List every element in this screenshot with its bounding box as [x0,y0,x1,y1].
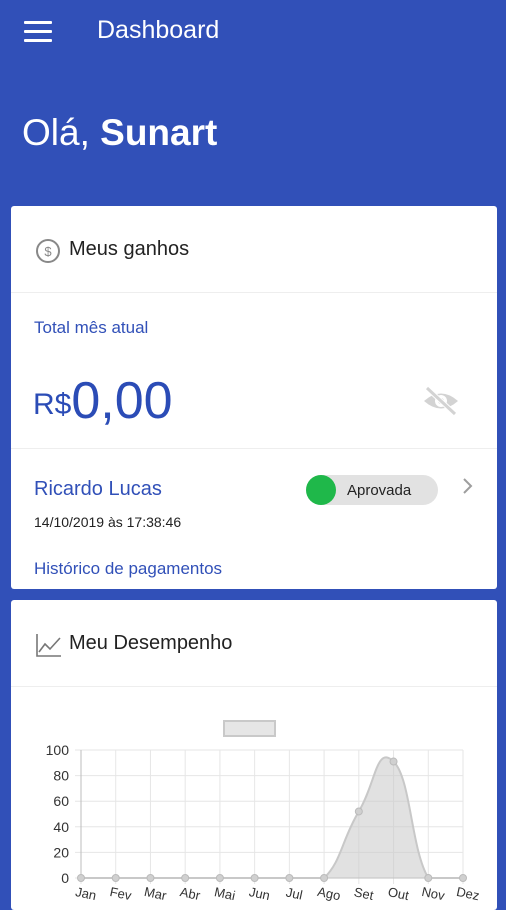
appbar-title: Dashboard [97,16,220,44]
payer-name: Ricardo Lucas [34,478,162,500]
y-tick-label: 40 [53,819,69,835]
performance-card-header: Meu Desempenho [11,600,497,687]
payment-datetime: 14/10/2019 às 17:38:46 [34,514,182,530]
svg-text:$: $ [44,244,52,259]
status-label: Aprovada [347,482,412,499]
data-point [250,874,259,882]
amount-value: 0,00 [71,372,173,430]
status-dot [306,475,336,505]
x-tick-label: Jun [248,884,272,903]
data-point [146,874,155,882]
chevron-right-icon[interactable] [461,476,475,496]
data-point [111,874,120,882]
x-tick-label: Jan [74,884,98,903]
performance-card: Meu Desempenho 0 20 40 60 80 100 Jan Fev Mar Abr M… [11,600,497,910]
divider [11,448,497,449]
earnings-card-title: Meus ganhos [69,238,190,260]
payment-history-link[interactable]: Histórico de pagamentos [34,559,222,579]
dollar-circle-icon: $ [36,239,60,263]
x-tick-label: Abr [179,884,203,903]
month-total-label: Total mês atual [34,318,149,337]
eye-off-icon[interactable] [421,384,461,418]
data-point [320,874,329,882]
greeting-prefix: Olá, [22,112,101,153]
y-tick-label: 100 [46,742,70,758]
currency-symbol: R$ [33,388,72,421]
data-point [354,807,363,816]
app-bar: Dashboard [0,0,506,64]
y-tick-label: 60 [53,793,69,809]
earnings-amount: R$0,00 [33,371,173,431]
y-tick-label: 20 [53,844,69,860]
x-tick-label: Ago [316,884,342,903]
x-tick-label: Dez [455,884,481,903]
performance-card-title: Meu Desempenho [69,632,233,654]
status-badge: Aprovada [306,475,438,505]
data-point [181,874,190,882]
x-tick-label: Nov [420,884,446,904]
greeting: Olá, Sunart [22,112,217,154]
x-tick-label: Mai [213,884,237,903]
x-tick-label: Set [353,884,376,903]
data-point [389,757,398,766]
greeting-user: Sunart [100,112,218,153]
hamburger-menu-icon[interactable] [24,21,52,43]
data-point [424,874,433,882]
x-tick-label: Mar [143,884,169,903]
earnings-card-header: $ Meus ganhos [11,206,497,293]
x-tick-label: Fev [109,884,134,903]
data-point [459,874,467,882]
data-point [285,874,294,882]
x-tick-label: Out [387,884,411,903]
performance-chart: 020406080100Jan Fev Mar Abr Mai Jun Jul Ago Set O… [46,742,481,904]
y-tick-label: 80 [53,768,69,784]
line-chart-icon [36,634,61,657]
y-tick-label: 0 [61,870,69,886]
data-point [77,874,85,882]
data-point [215,874,224,882]
earnings-card: $ Meus ganhos Total mês atual R$0,00 Ric… [11,206,497,589]
